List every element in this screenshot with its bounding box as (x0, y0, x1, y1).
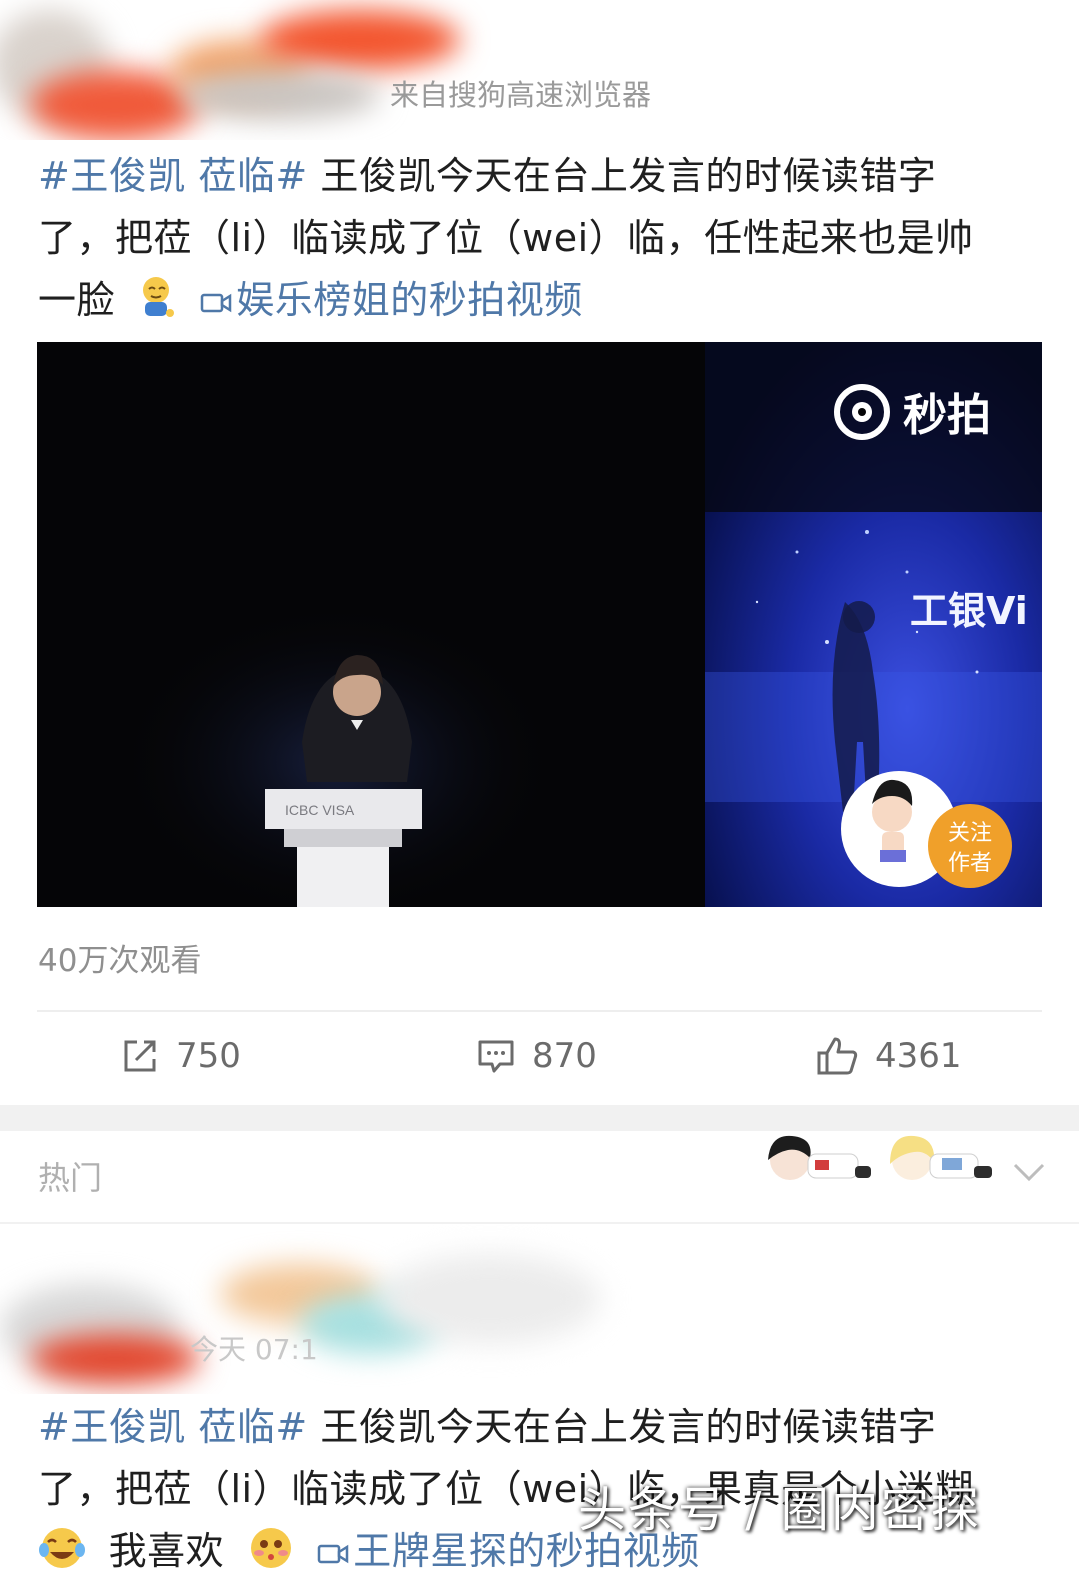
weibo-post-1: 来自搜狗高速浏览器 #王俊凯 莅临# 王俊凯今天在台上发言的时候读错字 了，把莅… (0, 0, 1079, 1105)
text-line-3: 一脸 (38, 278, 116, 322)
video-link-label: 娱乐榜姐的秒拍视频 (236, 278, 583, 322)
miaopai-brand: 秒拍 (903, 390, 991, 441)
divider (37, 1010, 1042, 1012)
smirk-emoji-icon (136, 275, 176, 337)
like-count: 4361 (875, 1036, 962, 1076)
podium-logo: ICBC VISA (285, 802, 355, 818)
watermark: 头条号 / 圈内密探 (578, 1482, 981, 1538)
post-header-blurred: 今天 07:1 (0, 1224, 1079, 1394)
section-separator (0, 1105, 1079, 1131)
topic-tag[interactable]: #王俊凯 莅临# (38, 154, 308, 198)
topic-tag[interactable]: #王俊凯 莅临# (38, 1405, 308, 1449)
video-player[interactable]: ICBC VISA 秒拍 工银Vi 关注 作者 (37, 342, 1042, 907)
video-camera-icon (317, 1522, 349, 1584)
video-frame: ICBC VISA 秒拍 工银Vi 关注 作者 (117, 342, 1042, 907)
blush-emoji-icon (247, 1526, 295, 1588)
sleeping-girl-blonde-sticker (882, 1130, 997, 1194)
post-source: 来自搜狗高速浏览器 (390, 78, 652, 112)
comment-button[interactable]: 870 (476, 1030, 597, 1082)
post-header-blurred (0, 0, 1079, 140)
laughing-tears-emoji-icon (38, 1526, 86, 1588)
follow-author-button[interactable]: 关注 作者 (928, 804, 1012, 888)
like-button[interactable]: 4361 (815, 1030, 962, 1082)
chevron-down-icon[interactable] (1012, 1160, 1046, 1188)
text-line-3: 我喜欢 (108, 1529, 225, 1573)
text-line-1: 王俊凯今天在台上发言的时候读错字 (307, 154, 937, 198)
repost-count: 750 (176, 1036, 241, 1076)
comment-icon (478, 1040, 514, 1073)
text-line-2: 了，把莅（li）临读成了位（wei）临，任性起来也是帅 (38, 216, 974, 260)
follow-label-1: 关注 (948, 821, 992, 846)
view-count: 40万次观看 (38, 943, 202, 979)
repost-icon (124, 1040, 156, 1072)
follow-label-2: 作者 (948, 851, 992, 876)
comment-count: 870 (532, 1036, 597, 1076)
post-time: 今天 07:1 (190, 1333, 318, 1366)
video-link[interactable]: 娱乐榜姐的秒拍视频 (200, 278, 583, 322)
text-line-1: 王俊凯今天在台上发言的时候读错字 (307, 1405, 937, 1449)
thumbs-up-icon (817, 1037, 858, 1075)
sleeping-girl-dark-sticker (760, 1130, 875, 1194)
screen-text: 工银Vi (910, 589, 1028, 633)
repost-button[interactable]: 750 (120, 1030, 241, 1082)
post-text: #王俊凯 莅临# 王俊凯今天在台上发言的时候读错字 了，把莅（li）临读成了位（… (38, 145, 1048, 337)
video-camera-icon (200, 271, 232, 333)
hot-label: 热门 (38, 1159, 103, 1197)
